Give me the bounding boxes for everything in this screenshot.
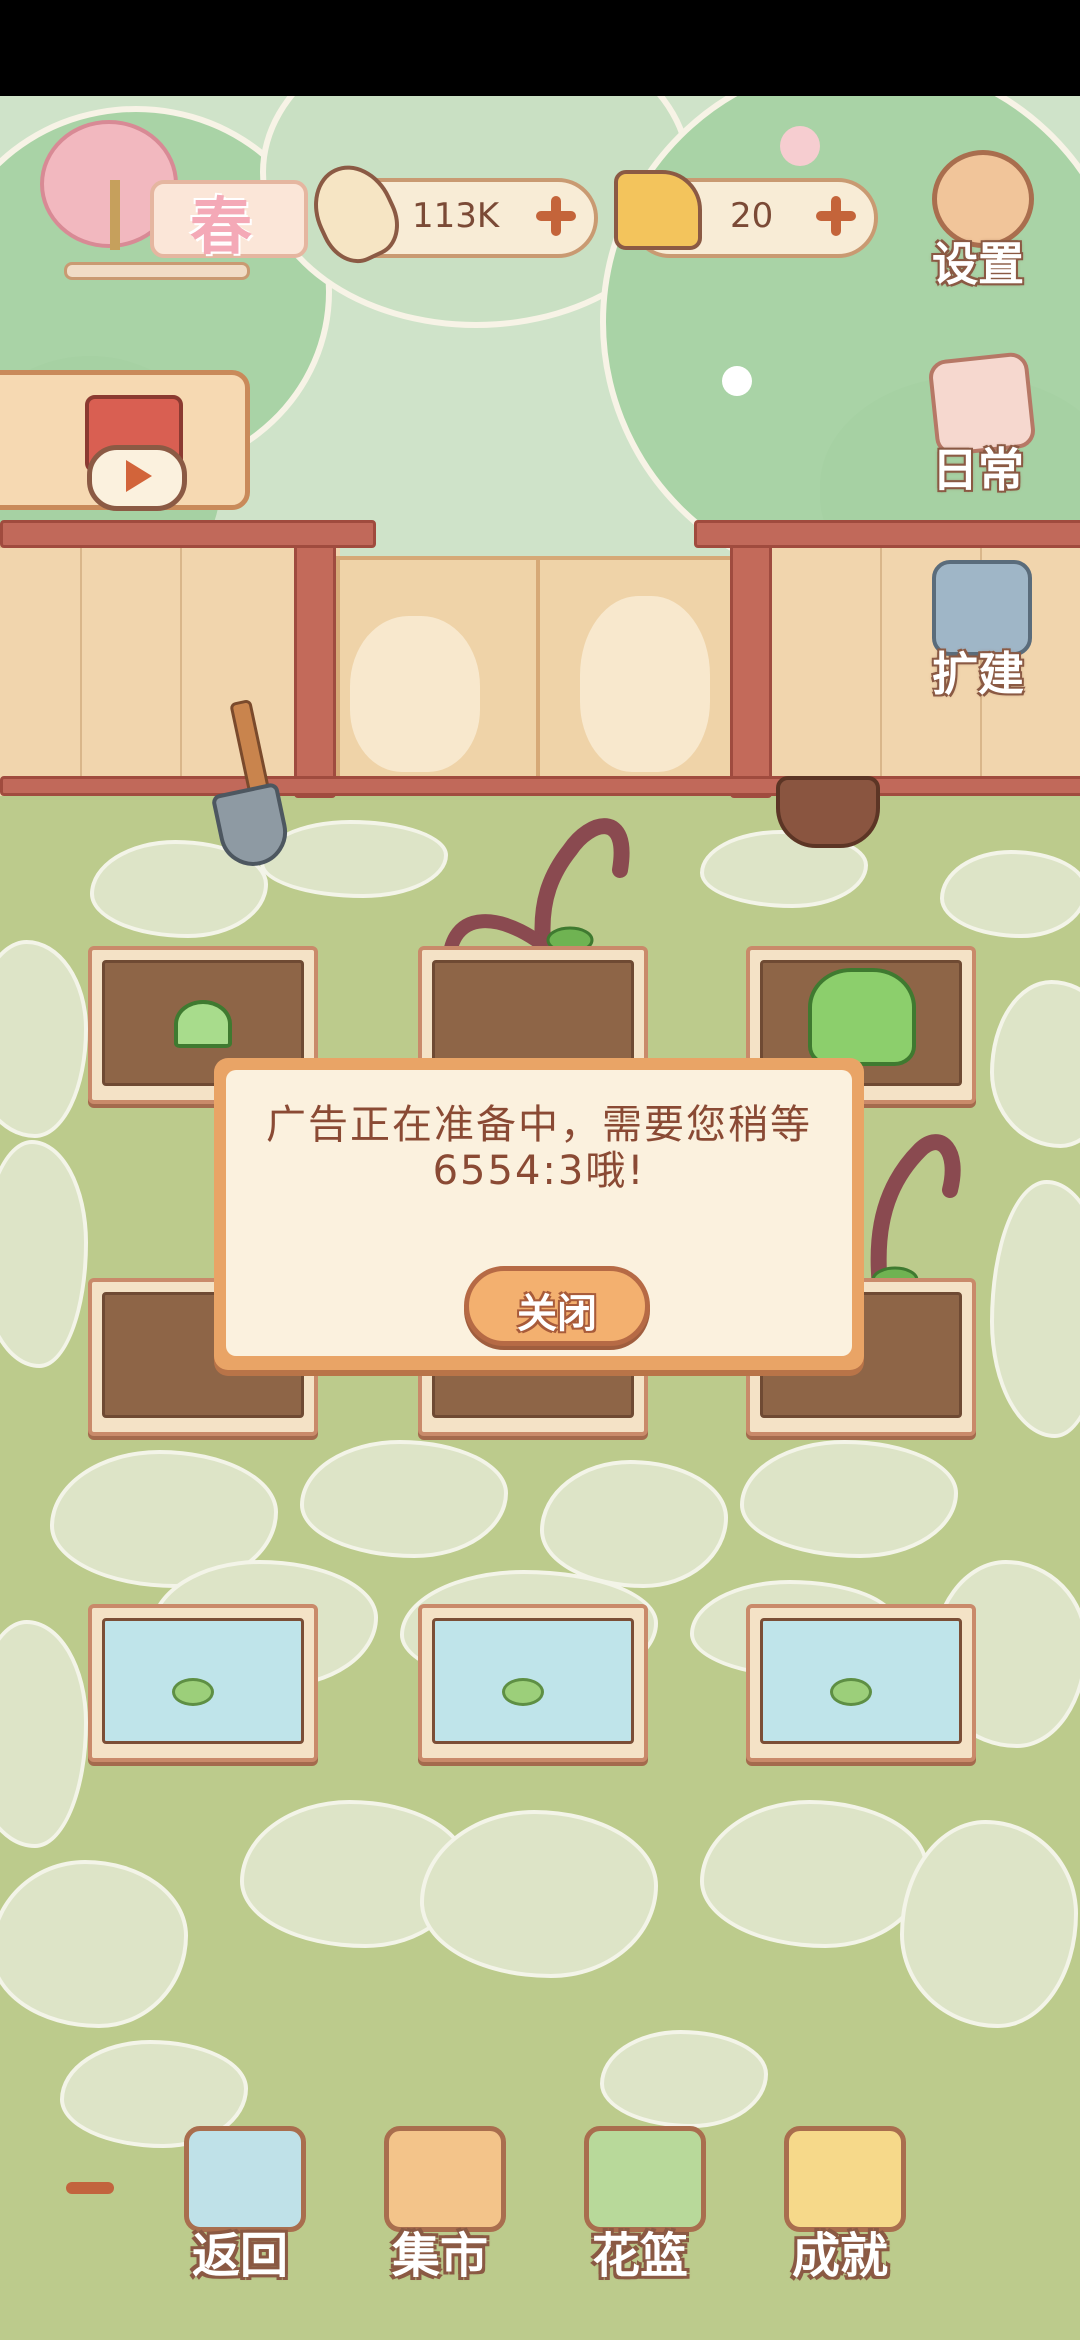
settings-button[interactable]: 设置 [922,150,1034,291]
back-button[interactable]: 返回 [170,2120,310,2284]
dialog-message: 广告正在准备中，需要您稍等6554:3哦! [266,1102,812,1194]
cheese-icon [614,170,702,250]
flower-pot-icon[interactable] [776,776,880,848]
cheese-currency-value: 20 [730,196,774,236]
expand-button[interactable]: 扩建 [922,560,1034,701]
flower-basket-button[interactable]: 花篮 [570,2120,710,2284]
daily-button[interactable]: 日常 [922,351,1037,497]
close-button[interactable]: 关闭 [464,1266,650,1346]
close-button-label: 关闭 [517,1291,597,1337]
play-video-icon [87,445,187,511]
achievements-button[interactable]: 成就 [770,2120,910,2284]
market-button[interactable]: 集市 [370,2120,510,2284]
watering-can-ad-button[interactable] [0,370,250,511]
season-badge[interactable]: 春 [40,120,308,280]
status-bar [0,0,1080,96]
add-cheese-button[interactable] [814,194,858,238]
collapse-handle[interactable] [66,2182,114,2194]
water-plot[interactable] [418,1604,648,1762]
add-fish-button[interactable] [534,194,578,238]
season-label: 春 [190,190,253,263]
ad-wait-dialog: 广告正在准备中，需要您稍等6554:3哦! 关闭 [214,1058,864,1370]
season-progress-bar [64,262,250,280]
shovel-icon[interactable] [210,698,294,873]
fish-currency-value: 113K [412,196,500,236]
water-plot[interactable] [746,1604,976,1762]
water-plot[interactable] [88,1604,318,1762]
